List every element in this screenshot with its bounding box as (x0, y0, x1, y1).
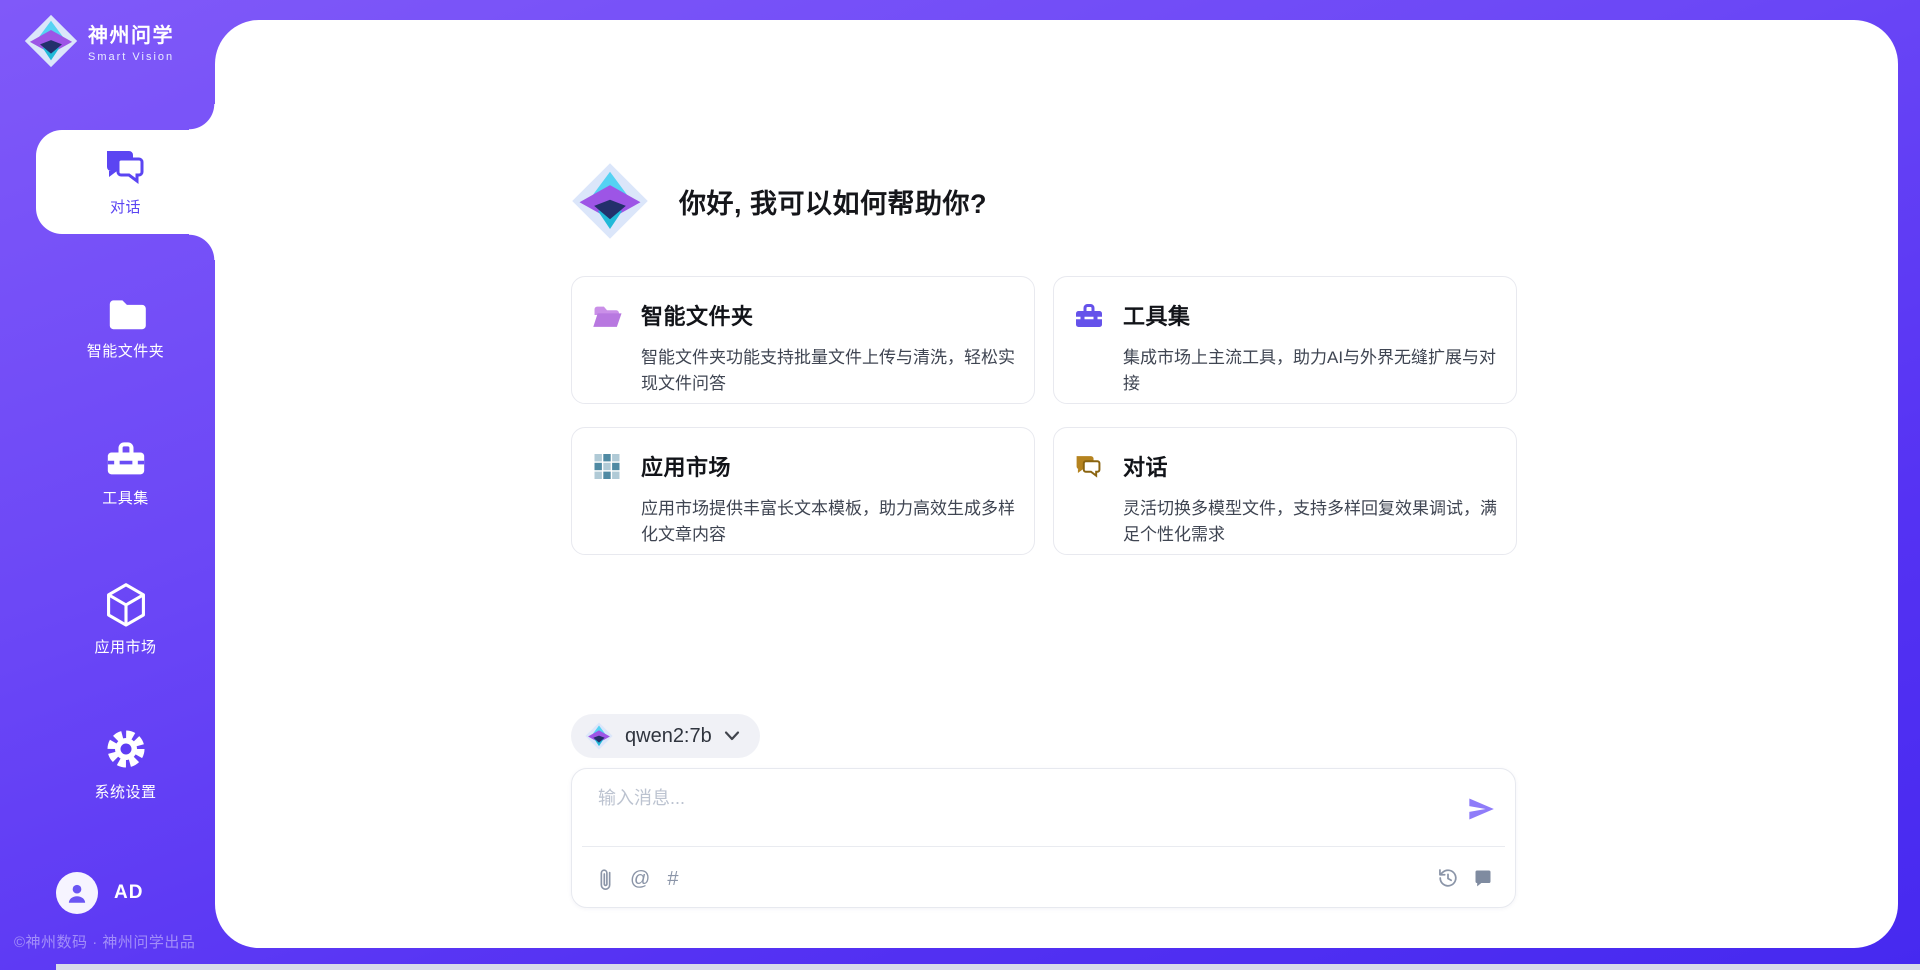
attach-file-button[interactable] (598, 867, 613, 891)
avatar (56, 872, 98, 914)
sidebar-item-label: 工具集 (102, 487, 149, 508)
card-title: 对话 (1123, 450, 1168, 482)
gear-icon (103, 726, 149, 772)
message-composer: @ # (571, 768, 1516, 908)
sidebar: 神州问学 Smart Vision 对话 智能文件夹 工具集 应用市场 (0, 0, 215, 970)
sidebar-item-market[interactable]: 应用市场 (36, 567, 215, 671)
card-title: 工具集 (1123, 299, 1191, 331)
history-button[interactable] (1437, 867, 1459, 889)
sidebar-item-label: 应用市场 (94, 636, 156, 657)
feedback-icon (1473, 868, 1493, 888)
send-icon (1467, 795, 1495, 823)
card-toolset[interactable]: 工具集 集成市场上主流工具，助力AI与外界无缝扩展与对接 (1053, 276, 1517, 404)
sidebar-item-settings[interactable]: 系统设置 (36, 712, 215, 816)
card-title: 智能文件夹 (641, 299, 754, 331)
card-app-market[interactable]: 应用市场 应用市场提供丰富长文本模板，助力高效生成多样化文章内容 (571, 427, 1035, 555)
message-input[interactable] (598, 784, 1438, 836)
main-panel: 你好, 我可以如何帮助你? 智能文件夹 智能文件夹功能支持批量文件上传与清洗，轻… (215, 20, 1898, 948)
cube-icon (104, 581, 148, 627)
feedback-button[interactable] (1473, 868, 1493, 888)
diamond-logo-icon (571, 162, 649, 240)
composer-tools-right (1437, 867, 1493, 889)
card-description: 智能文件夹功能支持批量文件上传与清洗，轻松实现文件问答 (641, 345, 1023, 397)
sidebar-item-folders[interactable]: 智能文件夹 (36, 276, 215, 380)
folder-icon (104, 295, 148, 331)
card-smart-folder[interactable]: 智能文件夹 智能文件夹功能支持批量文件上传与清洗，轻松实现文件问答 (571, 276, 1035, 404)
hashtag-button[interactable]: # (667, 868, 678, 890)
brand-subtitle: Smart Vision (88, 51, 174, 63)
sidebar-item-label: 智能文件夹 (87, 340, 165, 361)
feature-cards: 智能文件夹 智能文件夹功能支持批量文件上传与清洗，轻松实现文件问答 工具集 集成… (571, 276, 1517, 555)
attachment-icon (598, 867, 613, 891)
mention-button[interactable]: @ (630, 868, 650, 890)
model-selector[interactable]: qwen2:7b (571, 714, 760, 758)
greeting: 你好, 我可以如何帮助你? (571, 162, 987, 240)
composer-divider (582, 846, 1505, 847)
diamond-logo-icon (585, 722, 613, 750)
card-title: 应用市场 (641, 450, 731, 482)
sidebar-item-label: 对话 (110, 196, 141, 217)
chevron-down-icon (724, 730, 740, 742)
send-button[interactable] (1467, 795, 1495, 823)
hashtag-icon: # (667, 868, 678, 890)
card-chat[interactable]: 对话 灵活切换多模型文件，支持多样回复效果调试，满足个性化需求 (1053, 427, 1517, 555)
toolbox-icon (1074, 302, 1104, 329)
user-profile[interactable]: AD (56, 872, 143, 914)
model-name: qwen2:7b (625, 725, 712, 748)
card-description: 集成市场上主流工具，助力AI与外界无缝扩展与对接 (1123, 345, 1505, 397)
card-description: 应用市场提供丰富长文本模板，助力高效生成多样化文章内容 (641, 496, 1023, 548)
app-root: { "brand": { "name": "神州问学", "subtitle":… (0, 0, 1920, 970)
copyright-text: ©神州数码 · 神州问学出品 (14, 931, 195, 952)
history-icon (1437, 867, 1459, 889)
sidebar-item-label: 系统设置 (94, 781, 156, 802)
card-description: 灵活切换多模型文件，支持多样回复效果调试，满足个性化需求 (1123, 496, 1505, 548)
mention-icon: @ (630, 868, 650, 890)
grid-icon (592, 453, 622, 480)
viewport-bottom-strip (56, 964, 1920, 970)
person-avatar-icon (64, 880, 90, 906)
diamond-logo-icon (24, 14, 78, 68)
sidebar-item-chat[interactable]: 对话 (36, 130, 215, 234)
folder-open-icon (592, 302, 622, 329)
composer-tools-left: @ # (598, 867, 678, 891)
toolbox-icon (104, 438, 148, 478)
brand-name: 神州问学 (88, 19, 174, 48)
chat-bubbles-icon (1074, 453, 1104, 480)
sidebar-item-tools[interactable]: 工具集 (36, 421, 215, 525)
user-initials: AD (114, 882, 143, 904)
greeting-title: 你好, 我可以如何帮助你? (679, 182, 987, 221)
chat-bubbles-icon (103, 147, 149, 187)
brand-logo: 神州问学 Smart Vision (24, 14, 174, 68)
